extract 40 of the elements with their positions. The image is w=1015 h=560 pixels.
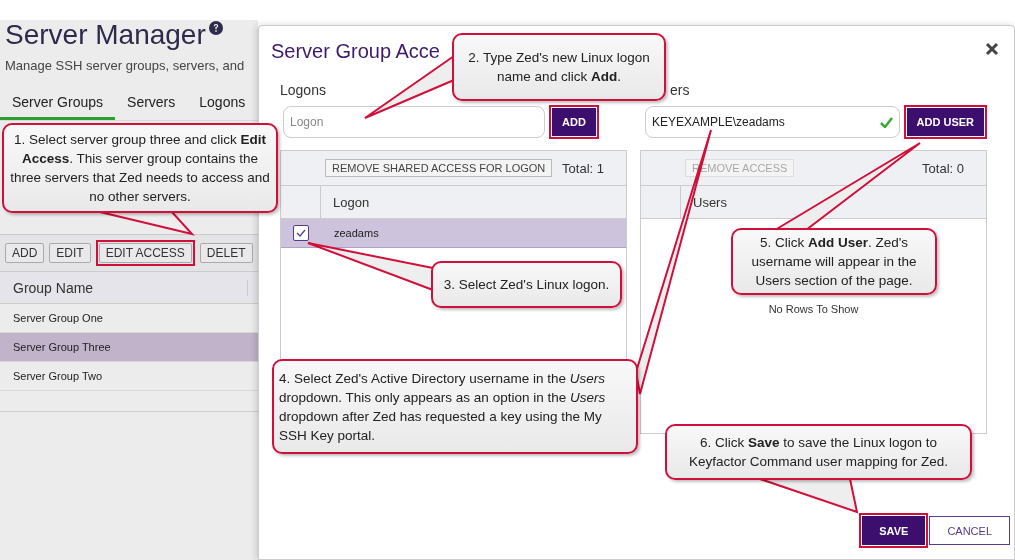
section-label: ers xyxy=(669,82,691,100)
table-row[interactable]: zeadams xyxy=(281,219,626,248)
column-header[interactable]: Users xyxy=(681,194,727,210)
footer-button[interactable]: CANCEL xyxy=(929,516,1010,545)
table-cell-text: zeadams xyxy=(333,227,379,239)
close-icon[interactable] xyxy=(985,42,999,56)
table-cell: Server Group Two xyxy=(13,370,103,382)
empty-message: No Rows To Show xyxy=(768,303,859,315)
remove-button[interactable]: REMOVE SHARED ACCESS FOR LOGON xyxy=(325,159,553,177)
add-button[interactable]: ADD xyxy=(552,108,596,136)
toolbar-button[interactable]: ADD xyxy=(5,243,45,263)
callout-text: 1. Select server group three and click Edit Access. This server group contains the three servers that Zed needs to access and no other servers. xyxy=(9,131,271,206)
total-count: Total: 1 xyxy=(562,160,604,176)
add-button[interactable]: ADD USER xyxy=(906,108,984,136)
callout-text: 3. Select Zed's Linux logon. xyxy=(443,276,610,294)
column-header[interactable]: Logon xyxy=(321,194,370,210)
toolbar-button[interactable]: EDIT ACCESS xyxy=(98,243,192,263)
tab[interactable]: Logons xyxy=(187,90,258,120)
logon-field[interactable]: Logon xyxy=(283,106,545,138)
table-cell: Server Group Three xyxy=(13,341,111,353)
footer-button[interactable]: SAVE xyxy=(862,516,926,545)
table-row[interactable]: Server Group Three xyxy=(0,333,258,362)
callout-text: 5. Click Add User. Zed's username will appear in the Users section of the page. xyxy=(750,234,918,290)
checkbox[interactable] xyxy=(293,225,309,241)
section-label: Logons xyxy=(280,82,327,100)
page-subtitle: Manage SSH server groups, servers, and xyxy=(4,57,246,75)
help-icon[interactable] xyxy=(208,21,223,35)
dialog-title: Server Group Acce xyxy=(271,39,440,63)
tab[interactable]: Server Groups xyxy=(0,90,116,120)
tab[interactable]: Servers xyxy=(115,90,188,120)
toolbar-button[interactable]: EDIT xyxy=(49,243,91,263)
check-icon xyxy=(296,229,306,237)
toolbar-button[interactable]: DELET xyxy=(199,243,253,263)
callout-text: 6. Click Save to save the Linux logon to Keyfactor Command user mapping for Zed. xyxy=(688,434,949,471)
total-count: Total: 0 xyxy=(922,160,964,176)
user-dropdown[interactable]: KEYEXAMPLE\zeadams xyxy=(645,106,900,138)
table-cell: Server Group One xyxy=(13,312,103,324)
callout-text: 4. Select Zed's Active Directory username in the Users dropdown. This only appears as an option in the Users dropdown after Zed has requested a key using the My SSH Key portal. xyxy=(279,369,607,445)
page-title: Server Manager xyxy=(5,20,206,50)
callout-text: 2. Type Zed's new Linux logon name and click Add. xyxy=(467,49,651,86)
